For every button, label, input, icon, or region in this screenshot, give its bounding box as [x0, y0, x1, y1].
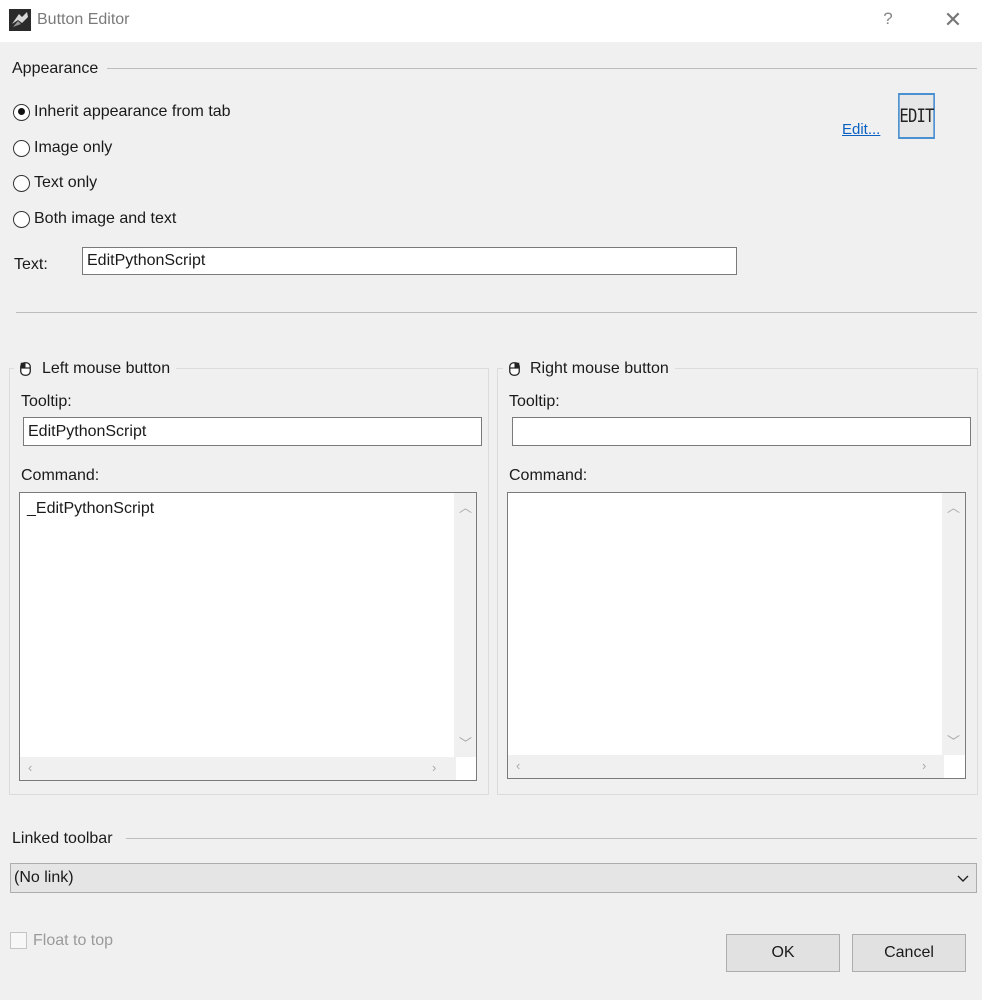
edit-image-link[interactable]: Edit...: [842, 121, 880, 138]
scroll-left-icon[interactable]: ‹: [28, 760, 32, 775]
radio-label: Inherit appearance from tab: [34, 103, 231, 120]
help-icon[interactable]: ?: [878, 9, 898, 29]
mouse-icon: [509, 362, 520, 376]
title-bar: [0, 0, 982, 42]
right-tooltip-label: Tooltip:: [509, 393, 560, 410]
scroll-down-icon[interactable]: ﹀: [947, 731, 960, 750]
linked-toolbar-label: Linked toolbar: [12, 830, 113, 847]
right-command-textarea[interactable]: ︿ ﹀ ‹ ›: [507, 492, 966, 779]
linked-toolbar-value: (No link): [14, 869, 74, 886]
right-mouse-header: Right mouse button: [503, 358, 675, 380]
scroll-right-icon[interactable]: ›: [432, 760, 436, 775]
right-tooltip-input[interactable]: [512, 417, 971, 446]
section-divider: [16, 312, 977, 313]
button-text-input[interactable]: [82, 247, 737, 275]
left-mouse-header: Left mouse button: [14, 358, 177, 380]
scroll-left-icon[interactable]: ‹: [516, 758, 520, 773]
left-vertical-scrollbar[interactable]: ︿ ﹀: [454, 493, 476, 757]
left-command-textarea[interactable]: _EditPythonScript ︿ ﹀ ‹ ›: [19, 492, 477, 781]
left-command-text: _EditPythonScript: [27, 500, 155, 517]
cancel-button[interactable]: Cancel: [852, 934, 966, 972]
button-image-preview[interactable]: EDIT: [898, 93, 935, 139]
radio-label: Both image and text: [34, 210, 177, 227]
scroll-down-icon[interactable]: ﹀: [459, 733, 472, 752]
scroll-right-icon[interactable]: ›: [922, 758, 926, 773]
close-icon[interactable]: ✕: [941, 7, 965, 33]
text-field-label: Text:: [14, 256, 48, 273]
radio-both-image-text[interactable]: Both image and text: [13, 210, 176, 228]
radio-inherit-appearance[interactable]: Inherit appearance from tab: [13, 103, 231, 121]
radio-text-only[interactable]: Text only: [13, 174, 97, 192]
radio-label: Text only: [34, 174, 98, 191]
linked-toolbar-select[interactable]: (No link): [10, 863, 977, 893]
app-icon: [9, 9, 31, 31]
mouse-icon: [20, 362, 31, 376]
right-mouse-title: Right mouse button: [530, 360, 669, 377]
appearance-divider: [107, 68, 977, 69]
radio-indicator[interactable]: [13, 174, 30, 192]
window-title: Button Editor: [37, 11, 130, 28]
left-tooltip-input[interactable]: [23, 417, 482, 446]
appearance-group-label: Appearance: [12, 60, 99, 77]
scroll-up-icon[interactable]: ︿: [947, 497, 960, 516]
chevron-down-icon[interactable]: [954, 868, 972, 888]
left-command-label: Command:: [21, 467, 100, 484]
linked-toolbar-divider: [126, 838, 977, 839]
left-mouse-title: Left mouse button: [42, 360, 171, 377]
left-tooltip-label: Tooltip:: [21, 393, 72, 410]
radio-indicator[interactable]: [13, 103, 30, 121]
radio-image-only[interactable]: Image only: [13, 139, 112, 157]
radio-label: Image only: [34, 139, 113, 156]
left-horizontal-scrollbar[interactable]: ‹ ›: [20, 757, 456, 780]
right-command-label: Command:: [509, 467, 588, 484]
float-to-top-checkbox[interactable]: [10, 932, 27, 949]
radio-indicator[interactable]: [13, 139, 30, 157]
scroll-up-icon[interactable]: ︿: [459, 497, 472, 516]
right-vertical-scrollbar[interactable]: ︿ ﹀: [942, 493, 965, 755]
right-horizontal-scrollbar[interactable]: ‹ ›: [508, 755, 944, 778]
ok-button[interactable]: OK: [726, 934, 840, 972]
radio-indicator[interactable]: [13, 210, 30, 228]
float-to-top-label: Float to top: [33, 932, 114, 949]
